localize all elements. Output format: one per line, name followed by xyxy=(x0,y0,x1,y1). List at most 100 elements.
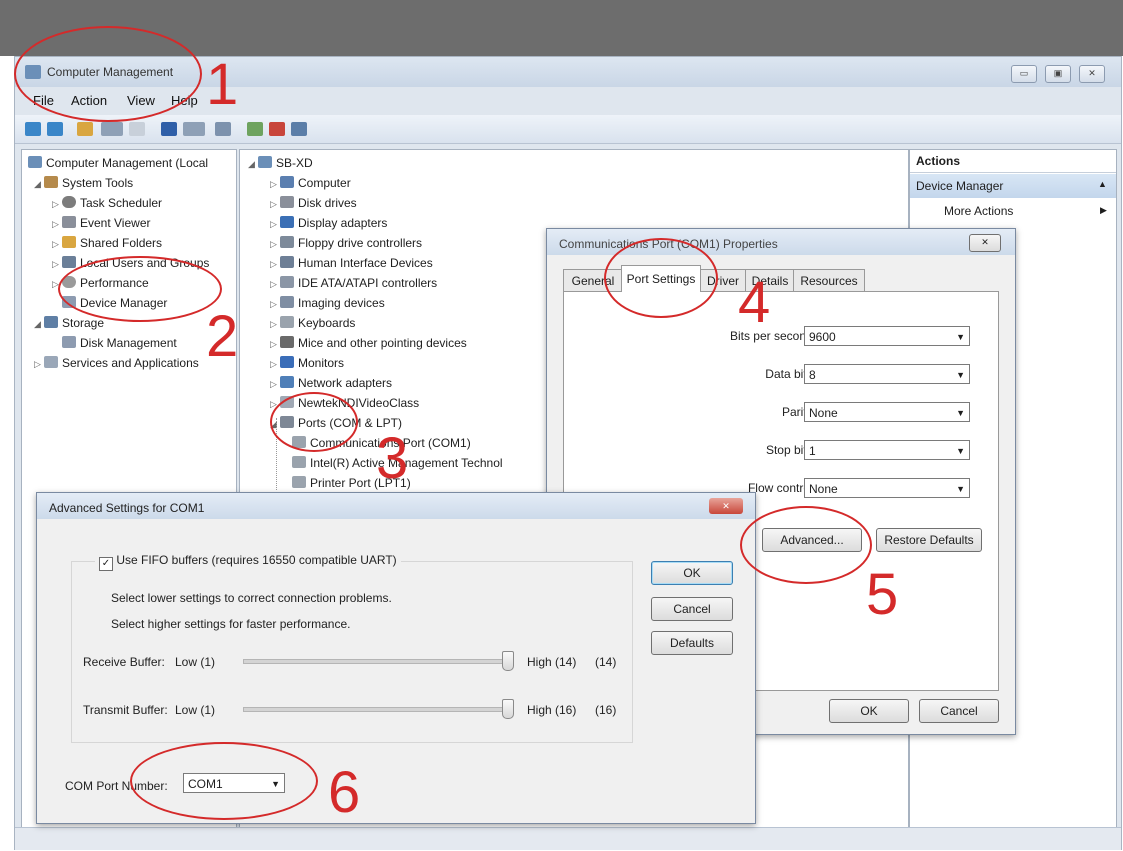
show-hide-action-pane-icon[interactable] xyxy=(183,122,205,136)
flow-control-select[interactable]: None ▼ xyxy=(804,478,970,498)
expander-icon[interactable]: ▷ xyxy=(270,339,280,350)
expander-icon[interactable]: ▷ xyxy=(270,259,280,270)
device-category-computer[interactable]: ▷ Computer xyxy=(270,176,351,190)
dialog-close-button[interactable]: ✕ xyxy=(969,234,1001,252)
tab-resources[interactable]: Resources xyxy=(793,269,865,292)
scan-hardware-icon[interactable] xyxy=(215,122,231,136)
device-category-ide-controllers[interactable]: ▷ IDE ATA/ATAPI controllers xyxy=(270,276,437,290)
device-category-network-adapters[interactable]: ▷ Network adapters xyxy=(270,376,392,390)
actions-section-device-manager[interactable]: Device Manager ▲ xyxy=(910,174,1116,198)
device-category-keyboards[interactable]: ▷ Keyboards xyxy=(270,316,355,330)
tree-task-scheduler[interactable]: ▷ Task Scheduler xyxy=(52,196,162,210)
tree-local-users[interactable]: ▷ Local Users and Groups xyxy=(52,256,209,270)
tree-storage[interactable]: ◢ Storage xyxy=(34,316,104,330)
stop-bits-select[interactable]: 1 ▼ xyxy=(804,440,970,460)
enable-device-icon[interactable] xyxy=(291,122,307,136)
receive-high-label: High (14) xyxy=(527,655,577,669)
window-title: Computer Management xyxy=(47,65,174,79)
device-category-imaging-devices[interactable]: ▷ Imaging devices xyxy=(270,296,385,310)
tab-driver[interactable]: Driver xyxy=(699,269,747,292)
device-category-monitors[interactable]: ▷ Monitors xyxy=(270,356,344,370)
menu-file[interactable]: File xyxy=(33,93,54,108)
expander-icon[interactable]: ▷ xyxy=(270,299,280,310)
tab-port-settings[interactable]: Port Settings xyxy=(621,265,701,292)
device-category-display-adapters[interactable]: ▷ Display adapters xyxy=(270,216,387,230)
minimize-button[interactable]: ▭ xyxy=(1011,65,1037,83)
advanced-button[interactable]: Advanced... xyxy=(762,528,862,552)
port-item-printer-port[interactable]: Printer Port (LPT1) xyxy=(292,476,411,490)
bits-per-second-select[interactable]: 9600 ▼ xyxy=(804,326,970,346)
device-category-ports[interactable]: ◢ Ports (COM & LPT) xyxy=(270,416,402,430)
transmit-value: (16) xyxy=(595,703,617,717)
expander-icon[interactable]: ◢ xyxy=(270,419,280,430)
tree-device-manager[interactable]: Device Manager xyxy=(62,296,167,310)
computer-management-icon xyxy=(25,65,41,79)
parity-select[interactable]: None ▼ xyxy=(804,402,970,422)
menu-action[interactable]: Action xyxy=(71,93,107,108)
expander-icon[interactable]: ▷ xyxy=(270,199,280,210)
tree-system-tools[interactable]: ◢ System Tools xyxy=(34,176,133,190)
cancel-button[interactable]: Cancel xyxy=(919,699,999,723)
port-item-communications-port[interactable]: Communications Port (COM1) xyxy=(292,436,471,450)
update-driver-icon[interactable] xyxy=(247,122,263,136)
fifo-checkbox-row[interactable]: ✓ Use FIFO buffers (requires 16550 compa… xyxy=(95,553,401,571)
tree-connector xyxy=(276,418,278,490)
device-category-newtek-video[interactable]: ▷ NewtekNDIVideoClass xyxy=(270,396,419,410)
transmit-buffer-slider[interactable] xyxy=(243,699,514,719)
tree-services-apps[interactable]: ▷ Services and Applications xyxy=(34,356,199,370)
receive-buffer-slider[interactable] xyxy=(243,651,514,671)
up-folder-icon[interactable] xyxy=(77,122,93,136)
tree-event-viewer[interactable]: ▷ Event Viewer xyxy=(52,216,150,230)
adv-cancel-button[interactable]: Cancel xyxy=(651,597,733,621)
help-icon[interactable] xyxy=(161,122,177,136)
device-category-disk-drives[interactable]: ▷ Disk drives xyxy=(270,196,357,210)
device-category-floppy-controllers[interactable]: ▷ Floppy drive controllers xyxy=(270,236,422,250)
tab-details[interactable]: Details xyxy=(745,269,795,292)
receive-slider-thumb[interactable] xyxy=(502,651,514,671)
tree-disk-management[interactable]: Disk Management xyxy=(62,336,177,350)
expander-icon[interactable]: ▷ xyxy=(270,319,280,330)
port-item-intel-amt[interactable]: Intel(R) Active Management Technol xyxy=(292,456,503,470)
maximize-button[interactable]: ▣ xyxy=(1045,65,1071,83)
tree-performance[interactable]: ▷ Performance xyxy=(52,276,149,290)
expander-icon[interactable]: ▷ xyxy=(270,359,280,370)
adv-ok-button[interactable]: OK xyxy=(651,561,733,585)
expander-icon[interactable]: ▷ xyxy=(270,179,280,190)
expander-icon[interactable]: ▷ xyxy=(270,379,280,390)
restore-defaults-button[interactable]: Restore Defaults xyxy=(876,528,982,552)
collapse-icon: ▲ xyxy=(1098,179,1107,189)
com-port-select[interactable]: COM1 ▼ xyxy=(183,773,285,793)
device-category-hid[interactable]: ▷ Human Interface Devices xyxy=(270,256,433,270)
tree-root[interactable]: Computer Management (Local xyxy=(28,156,208,170)
computer-icon xyxy=(258,156,272,168)
tab-general[interactable]: General xyxy=(563,269,623,292)
expander-icon[interactable]: ▷ xyxy=(270,399,280,410)
menu-view[interactable]: View xyxy=(127,93,155,108)
properties-icon[interactable] xyxy=(129,122,145,136)
expander-icon[interactable]: ▷ xyxy=(270,239,280,250)
tree-shared-folders[interactable]: ▷ Shared Folders xyxy=(52,236,162,250)
expander-icon[interactable]: ▷ xyxy=(270,279,280,290)
actions-header: Actions xyxy=(916,154,961,168)
ports-icon xyxy=(280,416,294,428)
adv-close-button[interactable]: ✕ xyxy=(709,498,743,514)
uninstall-icon[interactable] xyxy=(269,122,285,136)
data-bits-select[interactable]: 8 ▼ xyxy=(804,364,970,384)
expander-icon[interactable]: ▷ xyxy=(270,219,280,230)
fifo-checkbox[interactable]: ✓ xyxy=(99,557,113,571)
device-category-mice[interactable]: ▷ Mice and other pointing devices xyxy=(270,336,467,350)
menu-help[interactable]: Help xyxy=(171,93,198,108)
transmit-slider-thumb[interactable] xyxy=(502,699,514,719)
close-button[interactable]: ✕ xyxy=(1079,65,1105,83)
forward-icon[interactable] xyxy=(47,122,63,136)
hid-icon xyxy=(280,256,294,268)
transmit-high-label: High (16) xyxy=(527,703,577,717)
adv-defaults-button[interactable]: Defaults xyxy=(651,631,733,655)
back-icon[interactable] xyxy=(25,122,41,136)
show-hide-tree-icon[interactable] xyxy=(101,122,123,136)
port-icon xyxy=(292,436,306,448)
floppy-controllers-icon xyxy=(280,236,294,248)
ok-button[interactable]: OK xyxy=(829,699,909,723)
device-root[interactable]: ◢ SB-XD xyxy=(248,156,313,170)
more-actions-item[interactable]: More Actions ▶ xyxy=(910,202,1116,222)
